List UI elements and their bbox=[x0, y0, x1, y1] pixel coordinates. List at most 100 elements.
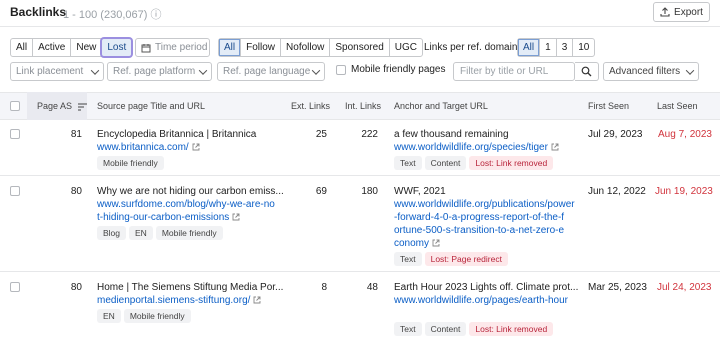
tag: Content bbox=[424, 156, 467, 170]
tab-lpd-10[interactable]: 10 bbox=[573, 39, 594, 56]
link-placement-dropdown[interactable]: Link placement bbox=[10, 62, 104, 81]
int-links-value: 180 bbox=[361, 186, 378, 197]
lost-status-badge: Lost: Link removed bbox=[469, 156, 554, 170]
last-seen-value: Aug 7, 2023 bbox=[658, 129, 712, 140]
int-links-value: 48 bbox=[366, 282, 378, 293]
tag: Blog bbox=[97, 226, 127, 240]
results-count: 1 - 100 (230,067) ⓘ bbox=[63, 9, 162, 21]
select-all-checkbox[interactable] bbox=[10, 101, 20, 111]
mobile-friendly-checkbox[interactable] bbox=[336, 64, 346, 75]
column-anchor[interactable]: Anchor and Target URL bbox=[394, 101, 488, 111]
source-title: Encyclopedia Britannica | Britannica bbox=[97, 129, 257, 140]
column-ext-links[interactable]: Ext. Links bbox=[291, 101, 330, 111]
tag: EN bbox=[97, 309, 121, 323]
tab-follow[interactable]: Follow bbox=[241, 39, 282, 56]
tab-lost[interactable]: Lost bbox=[102, 39, 132, 56]
anchor-tags: Text Lost: Page redirect bbox=[394, 252, 511, 266]
ref-page-language-dropdown[interactable]: Ref. page language bbox=[217, 62, 325, 81]
tag: Text bbox=[394, 156, 422, 170]
tab-lpd-1[interactable]: 1 bbox=[540, 39, 557, 56]
tab-type-all[interactable]: All bbox=[219, 39, 242, 56]
ext-links-value: 69 bbox=[315, 186, 327, 197]
advanced-filters-dropdown[interactable]: Advanced filters bbox=[603, 62, 699, 81]
source-title: Home | The Siemens Stiftung Media Por... bbox=[97, 282, 284, 293]
external-link-icon[interactable] bbox=[253, 296, 261, 304]
target-url-link[interactable]: www.worldwildlife.org/publications/power bbox=[394, 199, 575, 210]
search-icon bbox=[581, 66, 592, 77]
target-url-link-cont[interactable]: conomy bbox=[394, 238, 440, 249]
divider bbox=[0, 26, 720, 27]
column-source[interactable]: Source page Title and URL bbox=[97, 101, 205, 111]
tag: EN bbox=[129, 226, 153, 240]
row-divider bbox=[0, 175, 720, 176]
first-seen-value: Jul 29, 2023 bbox=[588, 129, 643, 140]
page-title: Backlinks bbox=[10, 5, 67, 19]
links-per-domain-label: Links per ref. domain bbox=[424, 42, 518, 53]
target-url-link[interactable]: www.worldwildlife.org/pages/earth-hour bbox=[394, 295, 568, 306]
page-as-value: 80 bbox=[70, 186, 82, 197]
tab-new[interactable]: New bbox=[71, 39, 103, 56]
anchor-text: WWF, 2021 bbox=[394, 186, 446, 197]
tab-nofollow[interactable]: Nofollow bbox=[281, 39, 331, 56]
links-per-domain-tabs: All 1 3 10 bbox=[517, 38, 596, 57]
tab-ugc[interactable]: UGC bbox=[390, 39, 422, 56]
source-url-link-cont[interactable]: t-hiding-our-carbon-emissions bbox=[97, 212, 240, 223]
export-icon bbox=[660, 7, 670, 17]
sort-icon bbox=[77, 103, 87, 111]
search-input[interactable]: Filter by title or URL bbox=[453, 62, 575, 81]
row-checkbox[interactable] bbox=[10, 282, 20, 292]
anchor-text: Earth Hour 2023 Lights off. Climate prot… bbox=[394, 282, 579, 293]
first-seen-value: Mar 25, 2023 bbox=[588, 282, 647, 293]
source-tags: Mobile friendly bbox=[97, 156, 167, 170]
row-divider bbox=[0, 271, 720, 272]
source-url-link[interactable]: www.britannica.com/ bbox=[97, 142, 200, 153]
tab-all[interactable]: All bbox=[11, 39, 34, 56]
mobile-friendly-filter[interactable]: Mobile friendly pages bbox=[336, 64, 446, 75]
tab-sponsored[interactable]: Sponsored bbox=[330, 39, 390, 56]
chevron-down-icon bbox=[685, 65, 695, 75]
page-as-value: 80 bbox=[70, 282, 82, 293]
source-tags: Blog EN Mobile friendly bbox=[97, 226, 226, 240]
ext-links-value: 25 bbox=[315, 129, 327, 140]
source-url-link[interactable]: www.surfdome.com/blog/why-we-are-no bbox=[97, 199, 275, 210]
tag: Content bbox=[424, 322, 467, 336]
calendar-icon bbox=[141, 43, 151, 52]
tab-lpd-all[interactable]: All bbox=[518, 39, 541, 56]
external-link-icon[interactable] bbox=[551, 143, 559, 151]
column-last-seen[interactable]: Last Seen bbox=[657, 101, 698, 111]
external-link-icon[interactable] bbox=[192, 143, 200, 151]
source-url-link[interactable]: medienportal.siemens-stiftung.org/ bbox=[97, 295, 261, 306]
target-url-link-cont[interactable]: -forward-4-0-a-progress-report-of-the-f bbox=[394, 212, 564, 223]
column-int-links[interactable]: Int. Links bbox=[345, 101, 381, 111]
anchor-tags: Text Content Lost: Link removed bbox=[394, 322, 556, 336]
tag: Mobile friendly bbox=[155, 226, 223, 240]
ref-page-platform-dropdown[interactable]: Ref. page platform bbox=[107, 62, 212, 81]
export-button[interactable]: Export bbox=[653, 2, 710, 22]
source-title: Why we are not hiding our carbon emiss..… bbox=[97, 186, 284, 197]
source-tags: EN Mobile friendly bbox=[97, 309, 194, 323]
lost-status-badge: Lost: Page redirect bbox=[424, 252, 508, 266]
column-first-seen[interactable]: First Seen bbox=[588, 101, 629, 111]
time-period-picker[interactable]: Time period bbox=[135, 38, 210, 57]
tag: Mobile friendly bbox=[97, 156, 164, 170]
ext-links-value: 8 bbox=[321, 282, 327, 293]
first-seen-value: Jun 12, 2022 bbox=[588, 186, 646, 197]
int-links-value: 222 bbox=[361, 129, 378, 140]
info-icon[interactable]: ⓘ bbox=[150, 9, 161, 21]
tab-active[interactable]: Active bbox=[33, 39, 72, 56]
search-button[interactable] bbox=[575, 62, 599, 81]
column-page-as[interactable]: Page AS bbox=[37, 101, 87, 111]
tab-lpd-3[interactable]: 3 bbox=[557, 39, 574, 56]
tag: Mobile friendly bbox=[123, 309, 191, 323]
external-link-icon[interactable] bbox=[432, 239, 440, 247]
target-url-link[interactable]: www.worldwildlife.org/species/tiger bbox=[394, 142, 559, 153]
chevron-down-icon bbox=[311, 65, 321, 75]
tag: Text bbox=[394, 252, 422, 266]
page-as-value: 81 bbox=[70, 129, 82, 140]
anchor-tags: Text Content Lost: Link removed bbox=[394, 156, 556, 170]
external-link-icon[interactable] bbox=[232, 213, 240, 221]
row-checkbox[interactable] bbox=[10, 129, 20, 139]
target-url-link-cont[interactable]: ortune-500-s-transition-to-a-net-zero-e bbox=[394, 225, 564, 236]
row-checkbox[interactable] bbox=[10, 186, 20, 196]
chevron-down-icon bbox=[198, 65, 208, 75]
